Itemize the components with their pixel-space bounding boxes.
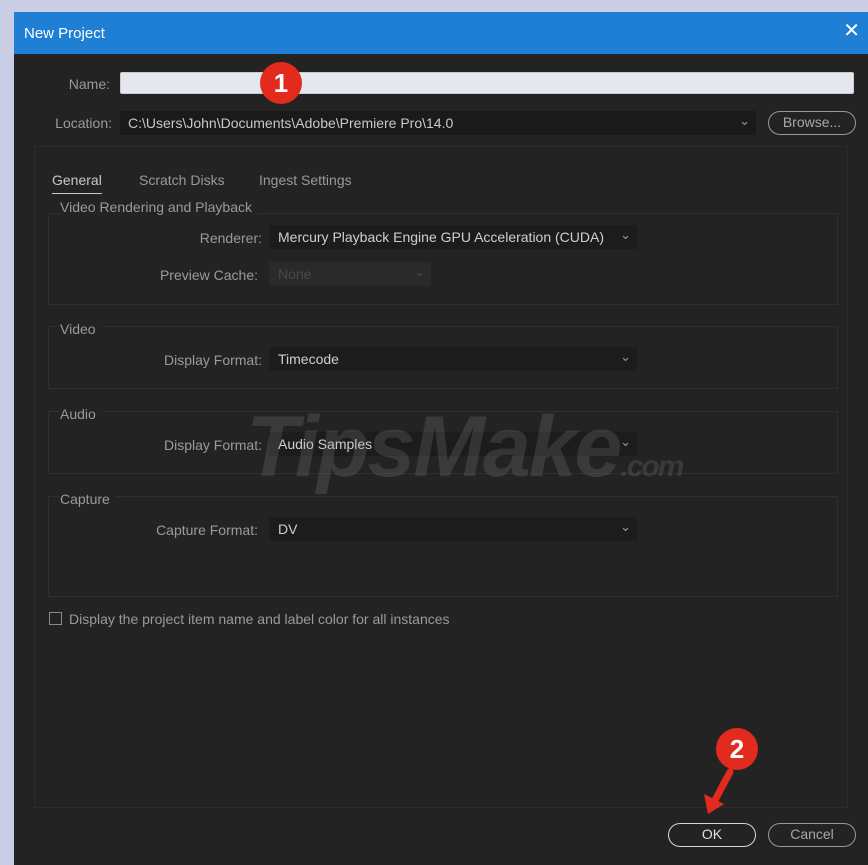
browse-button[interactable]: Browse... [768,111,856,135]
chevron-down-icon: ⌄ [620,519,631,534]
step-1-badge: 1 [260,62,302,104]
preview-cache-select: None ⌄ [269,262,431,286]
red-arrow-icon [704,768,734,814]
name-label: Name: [68,76,110,92]
capture-format-value: DV [278,521,298,537]
chevron-down-icon: ⌄ [620,349,631,364]
watermark-suffix: .com [620,450,684,483]
display-label-color-checkbox[interactable] [49,612,62,625]
video-rendering-title: Video Rendering and Playback [60,199,258,215]
active-tab-indicator [52,193,102,194]
ok-button[interactable]: OK [668,823,756,847]
location-label: Location: [55,115,112,131]
tab-general[interactable]: General [52,172,102,188]
audio-group-title: Audio [60,406,102,422]
chevron-down-icon: ⌄ [620,227,631,242]
capture-format-label: Capture Format: [156,522,258,538]
capture-group [48,496,838,597]
location-select[interactable]: C:\Users\John\Documents\Adobe\Premiere P… [120,111,756,135]
dialog-title: New Project [24,25,105,42]
location-value: C:\Users\John\Documents\Adobe\Premiere P… [128,115,454,131]
video-display-format-value: Timecode [278,351,339,367]
capture-group-title: Capture [60,491,116,507]
tab-ingest-settings[interactable]: Ingest Settings [259,172,352,188]
capture-format-select[interactable]: DV ⌄ [269,517,637,541]
step-2-badge: 2 [716,728,758,770]
renderer-select[interactable]: Mercury Playback Engine GPU Acceleration… [269,225,637,249]
project-name-input[interactable] [120,72,854,94]
display-label-color-label: Display the project item name and label … [69,611,450,627]
chevron-down-icon: ⌄ [739,113,750,128]
chevron-down-icon: ⌄ [414,264,425,279]
title-bar: New Project ✕ [14,12,868,54]
video-display-format-select[interactable]: Timecode ⌄ [269,347,637,371]
preview-cache-value: None [278,266,312,282]
video-group-title: Video [60,321,102,337]
audio-display-format-label: Display Format: [163,437,262,453]
video-display-format-label: Display Format: [163,352,262,368]
close-icon[interactable]: ✕ [843,20,860,42]
tab-scratch-disks[interactable]: Scratch Disks [139,172,225,188]
cancel-button[interactable]: Cancel [768,823,856,847]
preview-cache-label: Preview Cache: [159,267,258,283]
watermark-text: TipsMake [246,399,622,495]
tipsmake-watermark: TipsMake.com [246,398,684,497]
new-project-dialog: New Project ✕ Name: Location: C:\Users\J… [14,12,868,865]
renderer-value: Mercury Playback Engine GPU Acceleration… [278,229,605,245]
renderer-label: Renderer: [199,230,262,246]
